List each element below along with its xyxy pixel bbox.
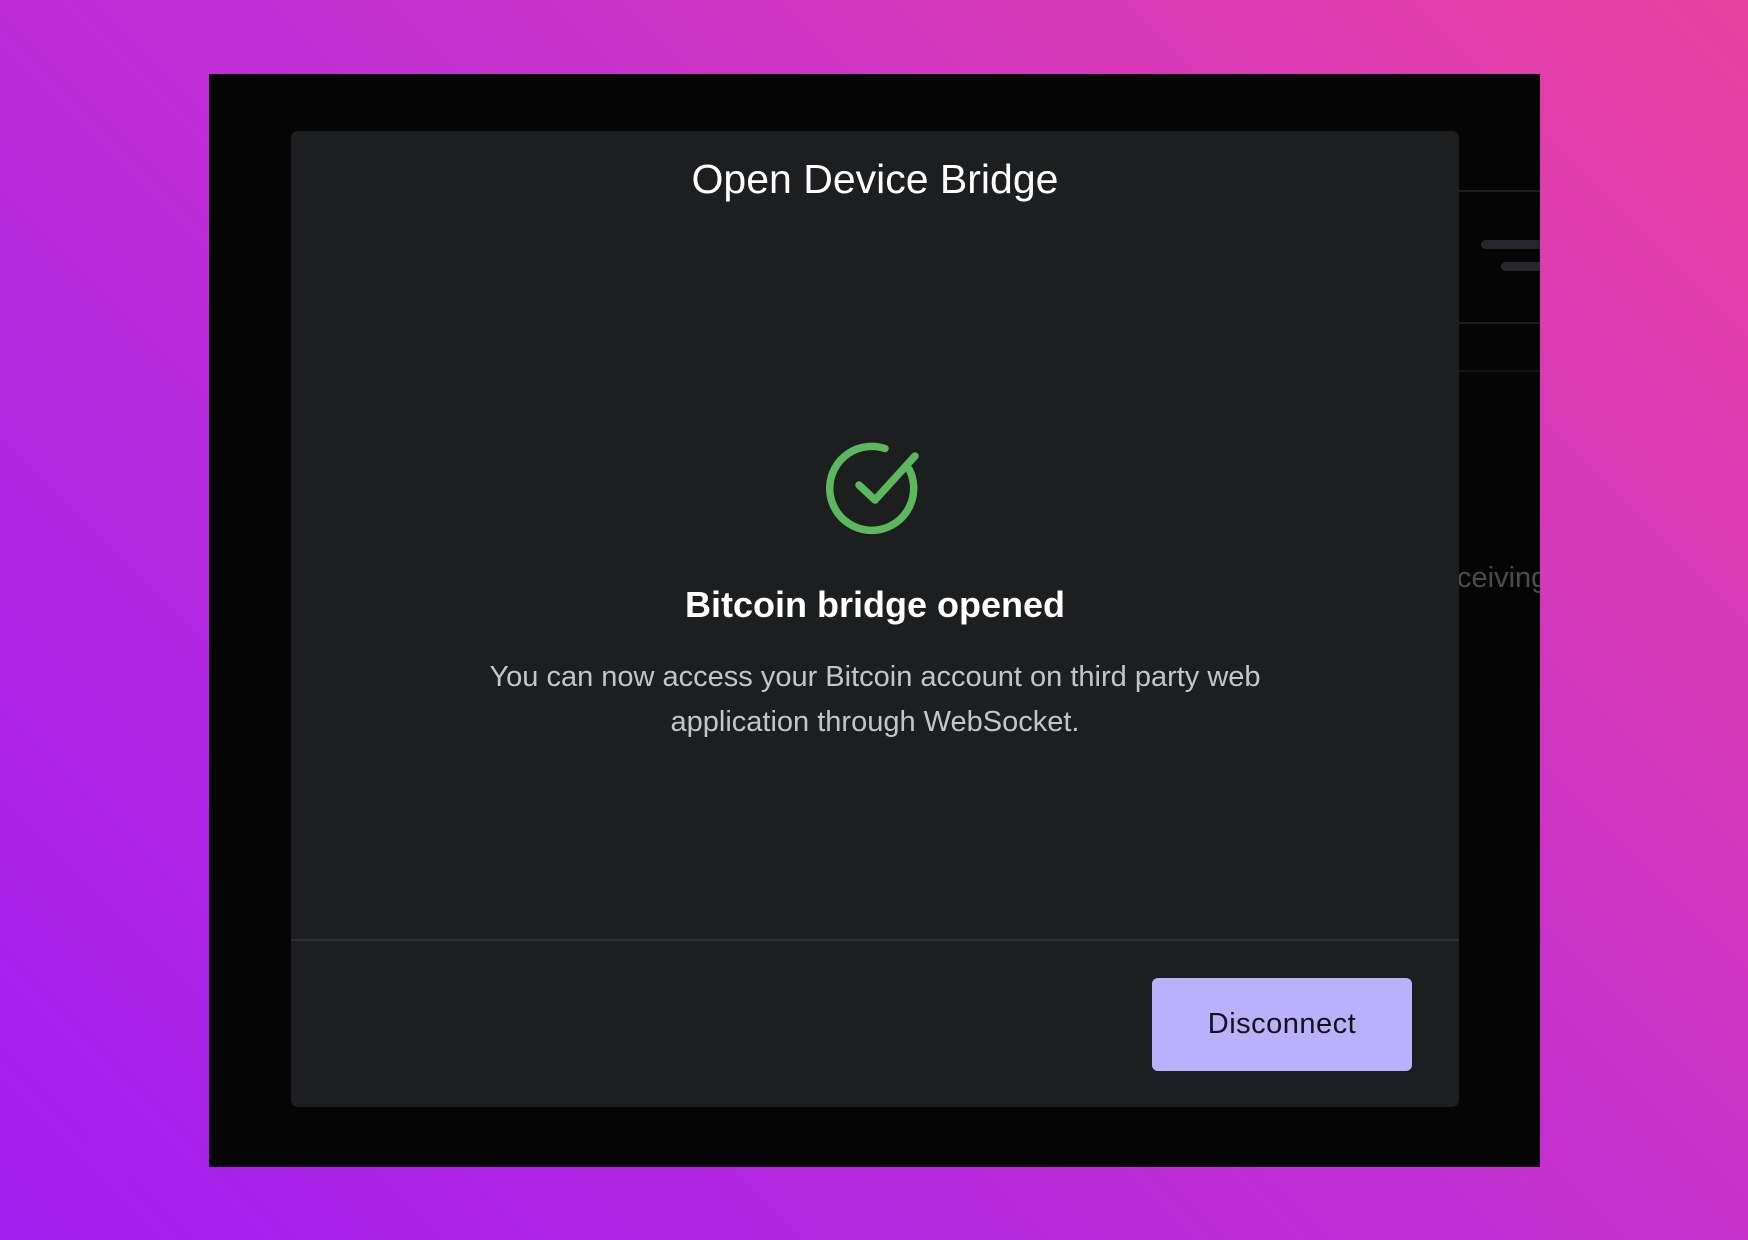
modal-footer-divider xyxy=(291,939,1459,941)
background-divider xyxy=(1454,370,1540,372)
open-device-bridge-modal: Open Device Bridge Bitcoin bridge opened… xyxy=(291,131,1459,1107)
background-text: ceiving xyxy=(1457,562,1540,594)
check-circle-icon xyxy=(825,442,919,535)
status-description: You can now access your Bitcoin account … xyxy=(489,661,1261,738)
background-menu-icon-bar xyxy=(1501,262,1540,271)
disconnect-button[interactable]: Disconnect xyxy=(1152,978,1412,1071)
background-menu-icon-bar xyxy=(1481,240,1540,249)
modal-title: Open Device Bridge xyxy=(691,156,1059,202)
status-title: Bitcoin bridge opened xyxy=(684,584,1065,625)
background-divider xyxy=(1454,322,1540,324)
app-window: ceiving Open Device Bridge Bitcoin bridg… xyxy=(209,74,1540,1167)
background-divider xyxy=(1454,190,1540,192)
